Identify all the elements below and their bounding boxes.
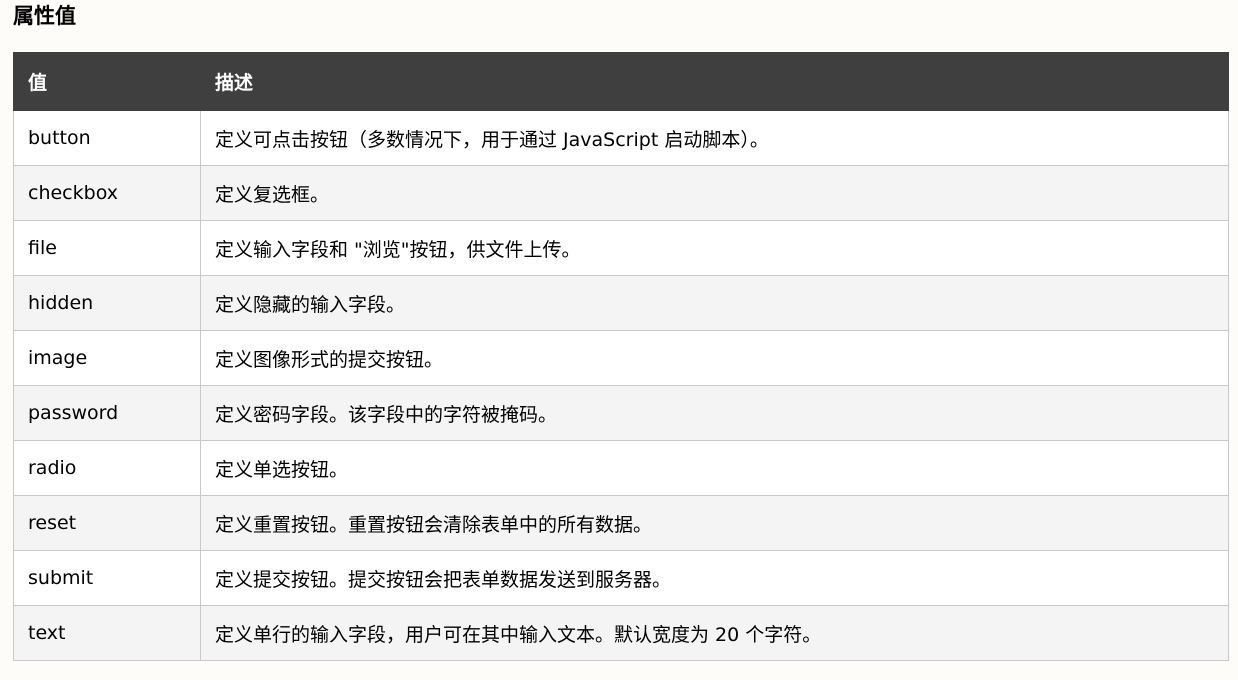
cell-description: 定义单选按钮。 <box>200 440 1229 496</box>
cell-value: reset <box>13 495 201 551</box>
table-row: image 定义图像形式的提交按钮。 <box>13 330 1229 386</box>
cell-description: 定义可点击按钮（多数情况下，用于通过 JavaScript 启动脚本）。 <box>200 110 1229 166</box>
attribute-values-table: 值 描述 button 定义可点击按钮（多数情况下，用于通过 JavaScrip… <box>13 52 1229 661</box>
table-row: checkbox 定义复选框。 <box>13 165 1229 221</box>
cell-value: button <box>13 110 201 166</box>
table-row: reset 定义重置按钮。重置按钮会清除表单中的所有数据。 <box>13 495 1229 551</box>
cell-description: 定义图像形式的提交按钮。 <box>200 330 1229 386</box>
cell-description: 定义输入字段和 "浏览"按钮，供文件上传。 <box>200 220 1229 276</box>
cell-description: 定义密码字段。该字段中的字符被掩码。 <box>200 385 1229 441</box>
cell-value: text <box>13 605 201 661</box>
cell-description: 定义重置按钮。重置按钮会清除表单中的所有数据。 <box>200 495 1229 551</box>
cell-description: 定义单行的输入字段，用户可在其中输入文本。默认宽度为 20 个字符。 <box>200 605 1229 661</box>
cell-value: radio <box>13 440 201 496</box>
table-row: radio 定义单选按钮。 <box>13 440 1229 496</box>
cell-value: checkbox <box>13 165 201 221</box>
header-value: 值 <box>13 52 201 111</box>
cell-description: 定义复选框。 <box>200 165 1229 221</box>
table-header-row: 值 描述 <box>13 52 1229 111</box>
table-row: hidden 定义隐藏的输入字段。 <box>13 275 1229 331</box>
table-row: button 定义可点击按钮（多数情况下，用于通过 JavaScript 启动脚… <box>13 110 1229 166</box>
table-body: button 定义可点击按钮（多数情况下，用于通过 JavaScript 启动脚… <box>13 110 1229 661</box>
table-row: file 定义输入字段和 "浏览"按钮，供文件上传。 <box>13 220 1229 276</box>
header-description: 描述 <box>200 52 1229 111</box>
table-row: submit 定义提交按钮。提交按钮会把表单数据发送到服务器。 <box>13 550 1229 606</box>
cell-description: 定义提交按钮。提交按钮会把表单数据发送到服务器。 <box>200 550 1229 606</box>
table-header: 值 描述 <box>13 52 1229 111</box>
cell-description: 定义隐藏的输入字段。 <box>200 275 1229 331</box>
table-row: text 定义单行的输入字段，用户可在其中输入文本。默认宽度为 20 个字符。 <box>13 605 1229 661</box>
cell-value: password <box>13 385 201 441</box>
cell-value: submit <box>13 550 201 606</box>
cell-value: image <box>13 330 201 386</box>
cell-value: file <box>13 220 201 276</box>
section-title: 属性值 <box>13 4 76 28</box>
cell-value: hidden <box>13 275 201 331</box>
table-row: password 定义密码字段。该字段中的字符被掩码。 <box>13 385 1229 441</box>
